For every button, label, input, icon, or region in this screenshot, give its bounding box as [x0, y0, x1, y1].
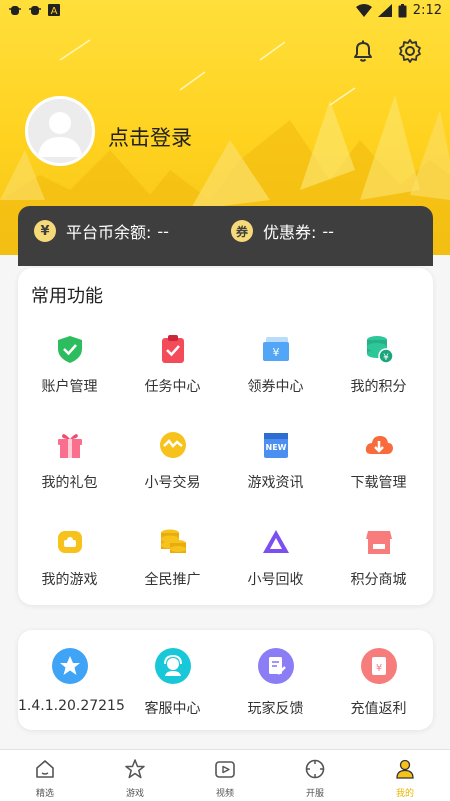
- bell-icon[interactable]: [350, 38, 376, 64]
- star-outline-icon: [125, 759, 145, 779]
- coupon-value: --: [322, 221, 334, 241]
- feedback-icon: [257, 648, 294, 684]
- version-item[interactable]: 1.4.1.20.27215: [18, 648, 125, 714]
- bug-icon: [29, 6, 41, 15]
- status-time: 2:12: [412, 3, 442, 18]
- exchange-icon: [159, 432, 186, 458]
- notification-a-icon: A: [48, 4, 60, 16]
- news-icon: NEW: [263, 433, 288, 458]
- login-link[interactable]: 点击登录: [108, 122, 192, 152]
- points-mall-item[interactable]: 积分商城: [327, 527, 430, 589]
- tab-mine[interactable]: 我的: [360, 758, 450, 799]
- avatar[interactable]: [25, 96, 95, 166]
- coupon-icon: 券: [231, 220, 253, 242]
- platform-balance[interactable]: ¥ 平台币余额: --: [34, 219, 169, 243]
- ticket-icon: ¥: [262, 337, 289, 361]
- home-icon: [36, 760, 54, 778]
- user-icon: [396, 759, 414, 779]
- coupon-center-item[interactable]: ¥ 领券中心: [224, 334, 327, 396]
- svg-text:¥: ¥: [375, 663, 381, 674]
- battery-icon: [398, 3, 407, 17]
- customer-service-icon: [154, 648, 191, 684]
- account-recycle-item[interactable]: 小号回收: [224, 527, 327, 589]
- my-games-item[interactable]: 我的游戏: [18, 527, 121, 589]
- account-trade-item[interactable]: 小号交易: [121, 430, 224, 492]
- tab-featured[interactable]: 精选: [0, 758, 90, 799]
- balance-label: 平台币余额:: [66, 223, 152, 242]
- recharge-rebate-item[interactable]: ¥ 充值返利: [327, 648, 430, 718]
- my-points-item[interactable]: ¥ 我的积分: [327, 334, 430, 396]
- tab-games[interactable]: 游戏: [90, 758, 180, 799]
- wallet-bar: ¥ 平台币余额: -- 券 优惠券: --: [18, 206, 433, 266]
- common-functions-card: 常用功能 账户管理 任务中心 ¥ 领券中心 ¥ 我的积分 我的礼包 小号交易 N…: [18, 268, 433, 605]
- recycle-triangle-icon: [262, 530, 289, 553]
- account-management-item[interactable]: 账户管理: [18, 334, 121, 396]
- gift-icon: [57, 434, 82, 458]
- compass-icon: [305, 759, 325, 779]
- shield-check-icon: [57, 336, 82, 363]
- status-bar: A 2:12: [0, 0, 450, 22]
- svg-text:NEW: NEW: [265, 443, 286, 452]
- bug-icon: [9, 6, 21, 15]
- cloud-download-icon: [365, 436, 393, 454]
- my-gift-item[interactable]: 我的礼包: [18, 430, 121, 492]
- game-news-item[interactable]: NEW 游戏资讯: [224, 430, 327, 492]
- player-feedback-item[interactable]: 玩家反馈: [224, 648, 327, 718]
- svg-text:¥: ¥: [272, 346, 279, 359]
- download-management-item[interactable]: 下载管理: [327, 430, 430, 492]
- tab-video[interactable]: 视频: [180, 758, 270, 799]
- task-center-item[interactable]: 任务中心: [121, 334, 224, 396]
- coin-stack-icon: [160, 529, 186, 553]
- clipboard-check-icon: [161, 335, 184, 363]
- gamepad-icon: [57, 531, 82, 553]
- signal-icon: [377, 4, 392, 17]
- services-card: 1.4.1.20.27215 客服中心 玩家反馈 ¥ 充值返利: [18, 630, 433, 730]
- gear-icon[interactable]: [397, 38, 423, 64]
- shop-icon: [365, 531, 392, 554]
- svg-text:¥: ¥: [383, 353, 389, 363]
- coupon-label: 优惠券:: [263, 223, 317, 242]
- customer-service-item[interactable]: 客服中心: [121, 648, 224, 718]
- recharge-icon: ¥: [360, 648, 397, 684]
- bottom-tab-bar: 精选 游戏 视频 开服 我的: [0, 749, 450, 801]
- video-icon: [215, 761, 235, 778]
- wifi-icon: [355, 4, 372, 17]
- yuan-coin-icon: ¥: [34, 220, 56, 242]
- balance-value: --: [157, 221, 169, 241]
- tab-server-open[interactable]: 开服: [270, 758, 360, 799]
- default-avatar-icon: [38, 112, 82, 157]
- star-icon: [51, 648, 88, 684]
- svg-text:A: A: [51, 6, 58, 16]
- coins-points-icon: ¥: [366, 336, 394, 364]
- section-title: 常用功能: [31, 286, 103, 307]
- promotion-item[interactable]: 全民推广: [121, 527, 224, 589]
- coupon-balance[interactable]: 券 优惠券: --: [231, 219, 334, 243]
